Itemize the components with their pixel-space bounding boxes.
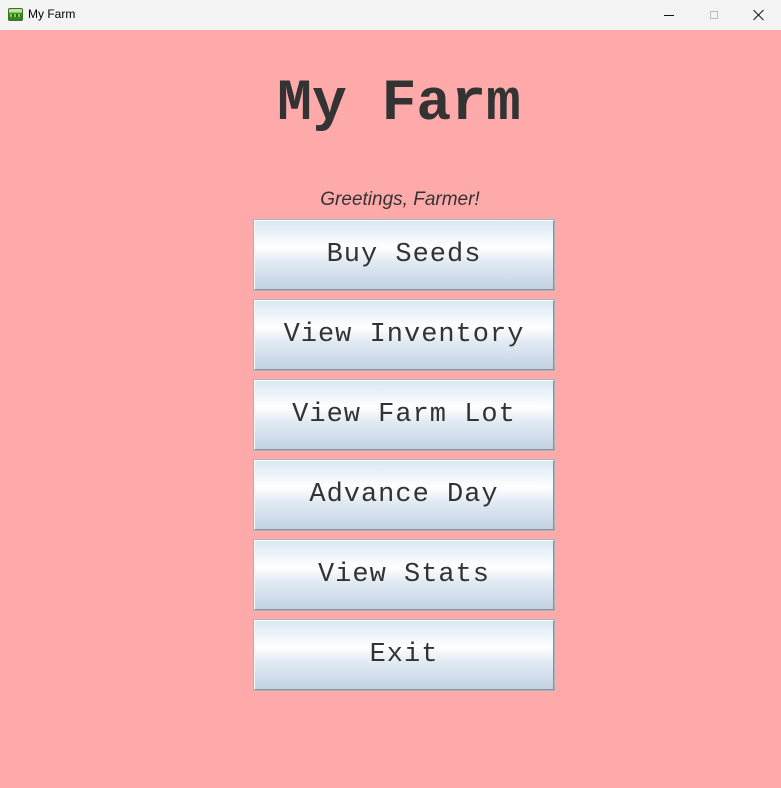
- view-stats-button[interactable]: View Stats: [254, 540, 554, 610]
- window-title: My Farm: [28, 7, 76, 21]
- maximize-icon: [710, 11, 718, 19]
- farm-app-icon: [8, 8, 23, 21]
- app-window: My Farm My Farm Greetings, Farmer! Buy S…: [0, 0, 781, 788]
- view-inventory-button[interactable]: View Inventory: [254, 300, 554, 370]
- close-icon: [753, 9, 765, 21]
- buy-seeds-button[interactable]: Buy Seeds: [254, 220, 554, 290]
- page-title: My Farm: [277, 72, 521, 137]
- title-bar[interactable]: My Farm: [0, 0, 781, 30]
- advance-day-button[interactable]: Advance Day: [254, 460, 554, 530]
- minimize-icon: [664, 14, 674, 16]
- close-button[interactable]: [736, 0, 781, 30]
- minimize-button[interactable]: [646, 0, 692, 30]
- greeting-text: Greetings, Farmer!: [320, 189, 480, 210]
- exit-button[interactable]: Exit: [254, 620, 554, 690]
- view-farm-lot-button[interactable]: View Farm Lot: [254, 380, 554, 450]
- maximize-button[interactable]: [691, 0, 737, 30]
